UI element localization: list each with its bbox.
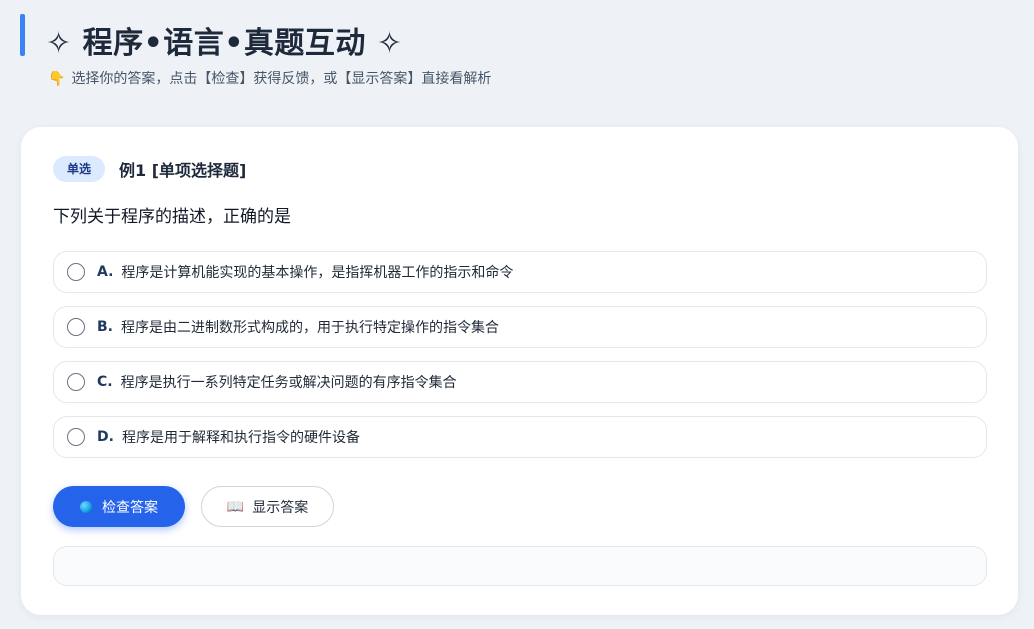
- question-title: 例1 [单项选择题]: [119, 161, 247, 180]
- check-answer-button[interactable]: 检查答案: [53, 486, 185, 527]
- option-c[interactable]: C. 程序是执行一系列特定任务或解决问题的有序指令集合: [53, 361, 987, 403]
- option-b[interactable]: B. 程序是由二进制数形式构成的，用于执行特定操作的指令集合: [53, 306, 987, 348]
- question-stem: 下列关于程序的描述，正确的是: [53, 207, 291, 227]
- radio-button[interactable]: [67, 373, 85, 391]
- book-icon: 📖: [226, 498, 245, 515]
- question-type-badge: 单选: [53, 156, 106, 182]
- pointing-hand-icon: 👇: [48, 71, 66, 87]
- accent-bar: [20, 14, 25, 56]
- option-text: 程序是由二进制数形式构成的，用于执行特定操作的指令集合: [121, 320, 499, 336]
- option-a[interactable]: A. 程序是计算机能实现的基本操作，是指挥机器工作的指示和命令: [53, 251, 987, 293]
- globe-icon: [80, 500, 92, 513]
- option-d[interactable]: D. 程序是用于解释和执行指令的硬件设备: [53, 416, 987, 458]
- option-letter: C.: [97, 374, 113, 390]
- action-buttons: 检查答案 📖 显示答案: [53, 486, 334, 527]
- instruction-label: 选择你的答案，点击【检查】获得反馈，或【显示答案】直接看解析: [71, 71, 492, 87]
- option-letter: D.: [97, 429, 114, 445]
- show-answer-button[interactable]: 📖 显示答案: [201, 486, 334, 527]
- radio-button[interactable]: [67, 428, 85, 446]
- check-answer-label: 检查答案: [102, 499, 158, 516]
- option-text: 程序是执行一系列特定任务或解决问题的有序指令集合: [120, 375, 457, 391]
- options-list: A. 程序是计算机能实现的基本操作，是指挥机器工作的指示和命令 B. 程序是由二…: [53, 251, 987, 471]
- instruction-text: 👇 选择你的答案，点击【检查】获得反馈，或【显示答案】直接看解析: [48, 68, 491, 88]
- page-title: ✧ 程序•语言•真题互动 ✧: [46, 26, 403, 61]
- option-letter: B.: [97, 319, 113, 335]
- option-text: 程序是计算机能实现的基本操作，是指挥机器工作的指示和命令: [121, 265, 514, 281]
- option-text: 程序是用于解释和执行指令的硬件设备: [121, 430, 360, 446]
- option-letter: A.: [97, 264, 114, 280]
- page-header: ✧ 程序•语言•真题互动 ✧ 👇 选择你的答案，点击【检查】获得反馈，或【显示答案…: [20, 14, 1010, 114]
- feedback-panel: [53, 546, 987, 586]
- radio-button[interactable]: [67, 318, 85, 336]
- radio-button[interactable]: [67, 263, 85, 281]
- show-answer-label: 显示答案: [252, 499, 309, 516]
- question-header: 单选 例1 [单项选择题]: [53, 156, 246, 182]
- question-card: 单选 例1 [单项选择题] 下列关于程序的描述，正确的是 A. 程序是计算机能实…: [21, 127, 1018, 615]
